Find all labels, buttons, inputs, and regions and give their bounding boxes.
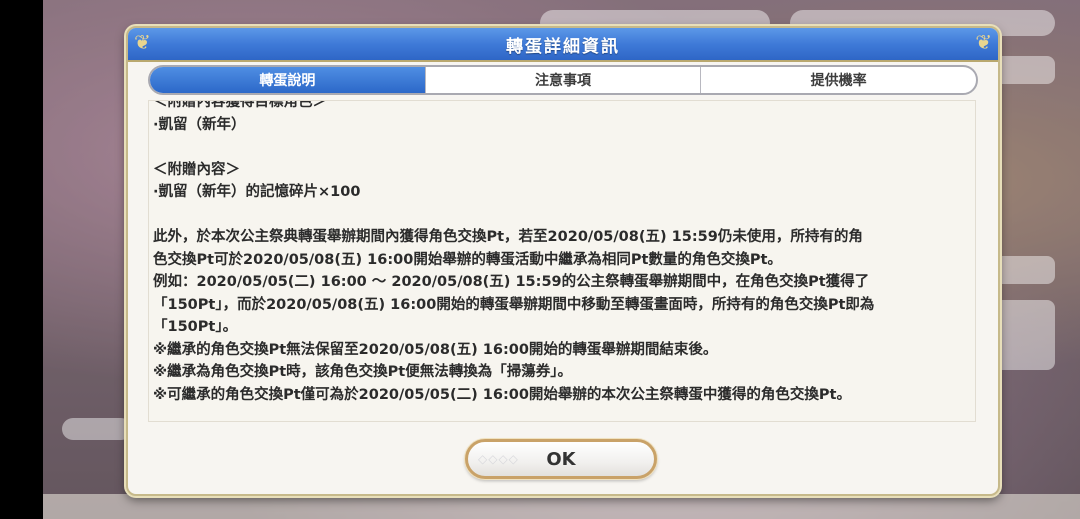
gacha-detail-dialog: ❦ 轉蛋詳細資訊 ❦ 轉蛋說明 注意事項 提供機率 ＜附贈內容獲得目標角色＞ ·… xyxy=(126,26,1000,496)
background-side-button-2 xyxy=(993,256,1055,284)
ok-button-label: OK xyxy=(546,448,576,470)
text-line xyxy=(153,136,975,159)
text-line: ＜附贈內容獲得目標角色＞ xyxy=(153,100,327,110)
tab-bar: 轉蛋說明 注意事項 提供機率 xyxy=(148,65,978,95)
text-line: 此外，於本次公主祭典轉蛋舉辦期間內獲得角色交換Pt，若至2020/05/08(五… xyxy=(153,229,863,245)
button-decoration-icon: ◇◇◇◇ xyxy=(478,452,519,466)
description-scroll-area[interactable]: ＜附贈內容獲得目標角色＞ ·凱留（新年） ＜附贈內容＞ ·凱留（新年）的記憶碎片… xyxy=(148,100,976,422)
description-text: ＜附贈內容獲得目標角色＞ ·凱留（新年） ＜附贈內容＞ ·凱留（新年）的記憶碎片… xyxy=(149,100,975,406)
dialog-title: 轉蛋詳細資訊 xyxy=(506,36,620,57)
dialog-header: ❦ 轉蛋詳細資訊 ❦ xyxy=(128,28,998,62)
text-line: 例如：2020/05/05(二) 16:00 ～ 2020/05/08(五) 1… xyxy=(153,274,870,290)
left-ornament-icon: ❦ xyxy=(134,30,151,54)
text-line: 「150Pt」，而於2020/05/08(五) 16:00開始的轉蛋舉辦期間中移… xyxy=(153,296,875,313)
tab-drop-rates[interactable]: 提供機率 xyxy=(700,67,976,93)
text-line: 「150Pt」。 xyxy=(153,319,238,335)
text-line: ·凱留（新年）的記憶碎片×100 xyxy=(153,184,361,200)
background-bottom-nav xyxy=(43,494,1080,519)
right-ornament-icon: ❦ xyxy=(975,30,992,54)
text-line: ※繼承為角色交換Pt時，該角色交換Pt便無法轉換為「掃蕩券」。 xyxy=(153,364,572,380)
text-line: ※繼承的角色交換Pt無法保留至2020/05/08(五) 16:00開始的轉蛋舉… xyxy=(153,341,718,358)
ok-button[interactable]: ◇◇◇◇ OK xyxy=(465,439,657,479)
text-line: 色交換Pt可於2020/05/08(五) 16:00開始舉辦的轉蛋活動中繼承為相… xyxy=(153,251,782,268)
text-line: ·凱留（新年） xyxy=(153,116,246,133)
tab-notes[interactable]: 注意事項 xyxy=(424,67,701,93)
background-side-button-3 xyxy=(993,300,1055,370)
tab-gacha-description[interactable]: 轉蛋說明 xyxy=(150,67,425,93)
text-line: ＜附贈內容＞ xyxy=(153,161,240,178)
text-line: ※可繼承的角色交換Pt僅可為於2020/05/05(二) 16:00開始舉辦的本… xyxy=(153,386,851,403)
background-side-button xyxy=(993,56,1055,84)
background-left-button xyxy=(62,418,132,440)
text-line xyxy=(153,204,975,227)
